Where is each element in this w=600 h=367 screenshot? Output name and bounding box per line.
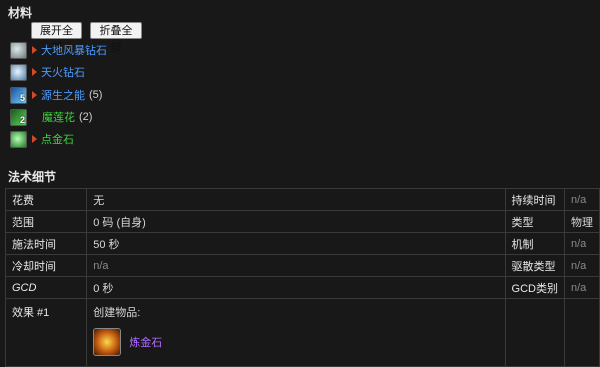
created-item: 炼金石: [93, 328, 498, 356]
expand-all-button[interactable]: 展开全部: [31, 22, 82, 54]
mechanic-value: n/a: [564, 232, 600, 255]
range-label: 范围: [4, 210, 88, 233]
material-link[interactable]: 魔莲花: [42, 109, 75, 125]
diamond-icon[interactable]: [10, 63, 27, 81]
primal-icon[interactable]: 5: [10, 86, 27, 104]
gcd-label: GCD: [4, 276, 88, 299]
effect-label: 效果 #1: [4, 298, 88, 367]
spell-details-table: 花费 无 持续时间 n/a 范围 0 码 (自身) 类型 物理 施法时间 50 …: [4, 188, 600, 367]
material-count: (5): [89, 89, 103, 101]
collapse-all-button[interactable]: 折叠全部: [90, 22, 142, 54]
cooldown-value: n/a: [86, 254, 506, 277]
empty-cell: [564, 298, 600, 367]
material-count: (2): [79, 111, 93, 123]
expand-arrow-icon[interactable]: [32, 135, 37, 143]
type-label: 类型: [504, 210, 566, 233]
materials-heading: 材料: [8, 6, 33, 20]
table-row: GCD 0 秒 GCD类别 n/a: [4, 276, 600, 299]
duration-label: 持续时间: [504, 188, 566, 211]
table-row: 花费 无 持续时间 n/a: [4, 188, 600, 211]
table-row: 效果 #1 创建物品: 炼金石: [4, 298, 600, 367]
material-row: 2 魔莲花 (2): [10, 108, 92, 126]
cast-time-label: 施法时间: [4, 232, 88, 255]
duration-value: n/a: [564, 188, 600, 211]
table-row: 范围 0 码 (自身) 类型 物理: [4, 210, 600, 233]
material-row: 5 源生之能 (5): [10, 86, 102, 104]
spell-details-heading: 法术细节: [8, 170, 57, 184]
expand-arrow-icon[interactable]: [32, 46, 37, 54]
material-link[interactable]: 天火钻石: [41, 64, 85, 80]
diamond-icon[interactable]: [10, 41, 27, 59]
cost-value: 无: [86, 188, 506, 211]
stone-icon[interactable]: [10, 130, 27, 148]
table-row: 冷却时间 n/a 驱散类型 n/a: [4, 254, 600, 277]
gcd-category-label: GCD类别: [504, 276, 566, 299]
gcd-category-value: n/a: [564, 276, 600, 299]
range-value: 0 码 (自身): [86, 210, 506, 233]
cast-time-value: 50 秒: [86, 232, 506, 255]
material-row: 点金石: [10, 130, 74, 148]
alchemist-stone-icon[interactable]: [93, 328, 122, 356]
material-link[interactable]: 源生之能: [41, 87, 85, 103]
material-link[interactable]: 大地风暴钻石: [41, 42, 107, 58]
cooldown-label: 冷却时间: [4, 254, 88, 277]
material-row: 大地风暴钻石: [10, 41, 107, 59]
expand-arrow-icon[interactable]: [32, 68, 37, 76]
dispel-type-label: 驱散类型: [504, 254, 566, 277]
material-row: 天火钻石: [10, 63, 85, 81]
table-row: 施法时间 50 秒 机制 n/a: [4, 232, 600, 255]
mechanic-label: 机制: [504, 232, 566, 255]
gcd-value: 0 秒: [86, 276, 506, 299]
type-value: 物理: [564, 210, 600, 233]
material-link[interactable]: 点金石: [41, 131, 74, 147]
cost-label: 花费: [4, 188, 88, 211]
lotus-icon[interactable]: 2: [10, 108, 27, 126]
expand-arrow-icon[interactable]: [32, 91, 37, 99]
effect-description: 创建物品:: [93, 307, 141, 319]
dispel-type-value: n/a: [564, 254, 600, 277]
created-item-link[interactable]: 炼金石: [129, 334, 162, 350]
empty-cell: [504, 298, 566, 367]
effect-cell: 创建物品: 炼金石: [86, 298, 506, 367]
